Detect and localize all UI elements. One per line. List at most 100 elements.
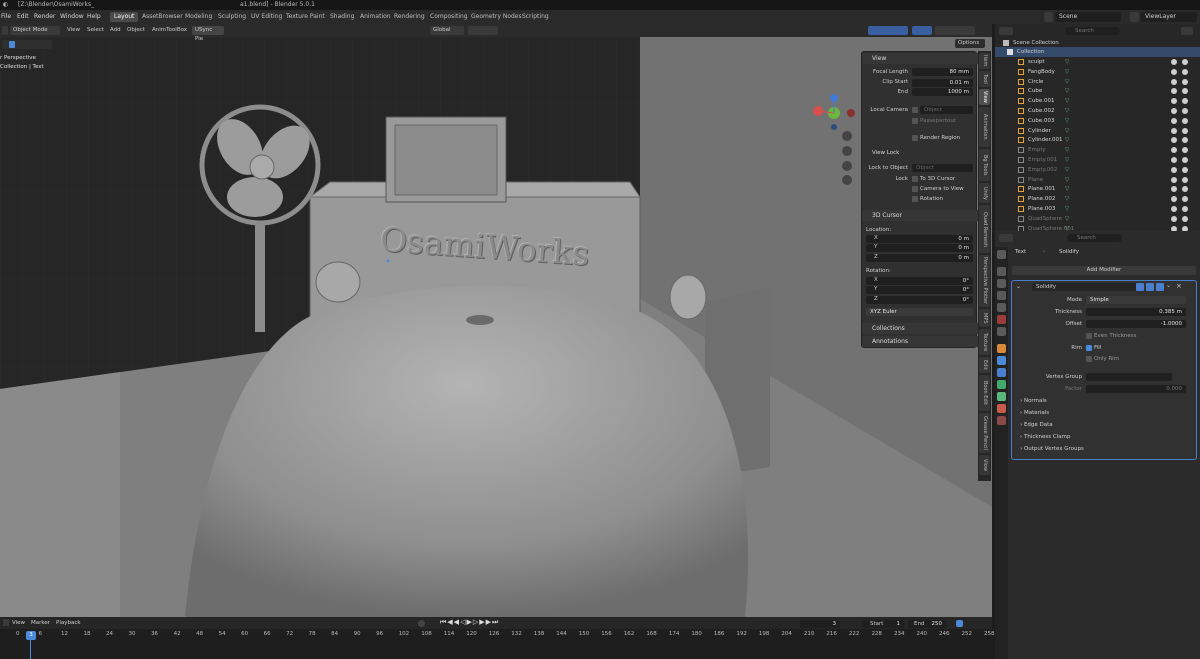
view-layer-icon[interactable] [1130,12,1139,22]
render-camera-icon[interactable] [1182,88,1188,95]
outliner-object-row[interactable]: Circle ▽ [995,77,1200,87]
cursor-rx-field[interactable]: 0° [866,277,973,285]
outliner-object-row[interactable]: Cube.003 ▽ [995,116,1200,126]
tab-view[interactable]: View [979,89,990,105]
render-camera-icon[interactable] [1182,147,1188,154]
vertex-group-field[interactable] [1086,373,1172,381]
outliner-object-row[interactable]: Plane.001 ▽ [995,184,1200,194]
tab-boon-edit[interactable]: Boon Edit [979,375,990,411]
outliner-object-row[interactable]: FangBody ▽ [995,67,1200,77]
render-camera-icon[interactable] [1182,98,1188,105]
factor-field[interactable]: 0.000 [1086,385,1186,393]
visibility-eye-icon[interactable] [1171,108,1177,114]
visibility-eye-icon[interactable] [1171,59,1177,65]
modifier-expand-chevron-icon[interactable]: ⌄ [1016,283,1021,290]
outliner-object-row[interactable]: Plane.003 ▽ [995,204,1200,214]
view-layer-selector[interactable]: ViewLayer [1141,12,1197,22]
render-camera-icon[interactable] [1182,157,1188,163]
object-tab-icon[interactable] [997,344,1006,353]
visibility-eye-icon[interactable] [1171,127,1177,134]
render-camera-icon[interactable] [1182,117,1188,124]
subpanel-normals[interactable]: › Normals [1020,398,1047,404]
menu-view[interactable]: View [67,26,80,35]
transform-orientation[interactable]: Global [430,26,464,35]
visibility-eye-icon[interactable] [1171,137,1177,144]
view-layer-tab-icon[interactable] [997,291,1006,300]
panel-view-header[interactable]: View [862,53,978,64]
outliner-object-row[interactable]: Plane ▽ [995,175,1200,185]
scene-selector[interactable]: Scene [1055,12,1121,22]
tab-modeling[interactable]: Modeling [181,12,216,22]
outliner-object-row[interactable]: Cube.001 ▽ [995,96,1200,106]
tab-texture[interactable]: Texture [979,329,990,355]
visibility-eye-icon[interactable] [1171,186,1177,193]
tab-geometry-nodes[interactable]: Geometry Nodes [467,12,526,22]
cursor-x-field[interactable]: 0 m [866,235,973,243]
cursor-rz-field[interactable]: 0° [866,296,973,304]
render-camera-icon[interactable] [1182,196,1188,203]
render-region-checkbox[interactable] [912,135,918,141]
render-toggle-icon[interactable] [1156,283,1164,291]
tab-edit[interactable]: Edit [979,357,990,373]
viewport-toggle-icon[interactable] [1146,283,1154,291]
render-camera-icon[interactable] [1182,215,1188,222]
tool-tab-icon[interactable] [997,250,1006,259]
tab-perspective-plotter[interactable]: Perspective Plotter [979,255,990,307]
render-camera-icon[interactable] [1182,68,1188,75]
render-camera-icon[interactable] [1182,166,1188,173]
camera-to-view-checkbox[interactable] [912,186,918,192]
subpanel-edge-data[interactable]: › Edge Data [1020,422,1053,428]
modifier-tab-icon[interactable] [997,356,1006,365]
editor-type-icon[interactable] [2,26,8,35]
shading-mode-icon[interactable] [935,26,975,35]
render-camera-icon[interactable] [1182,176,1188,183]
menu-animtoolbox[interactable]: AnimToolBox [152,26,187,35]
tab-item[interactable]: Item [979,53,990,69]
scene-tab-icon[interactable] [997,303,1006,312]
modifier-name-field[interactable]: Solidify [1032,283,1137,291]
outliner-display-mode-icon[interactable] [999,27,1013,35]
tab-unify[interactable]: Unify [979,183,990,203]
tab-compositing[interactable]: Compositing [426,12,472,22]
modifier-close-icon[interactable]: × [1176,282,1182,290]
texture-tab-icon[interactable] [997,416,1006,425]
outliner-object-row[interactable]: Empty ▽ [995,145,1200,155]
menu-object[interactable]: Object [127,26,145,35]
menu-window[interactable]: Window [60,10,84,24]
tab-assetbrowser[interactable]: AssetBrowser [138,12,187,22]
render-camera-icon[interactable] [1182,127,1188,134]
menu-add[interactable]: Add [110,26,121,35]
options-button[interactable]: Options [955,39,985,48]
subpanel-output-vertex-groups[interactable]: › Output Vertex Groups [1020,446,1084,452]
modifier-menu-icon[interactable]: ⌄ [1166,282,1171,289]
tab-scripting[interactable]: Scripting [518,12,553,22]
even-thickness-checkbox[interactable] [1086,333,1092,339]
panel-3d-cursor-header[interactable]: 3D Cursor [862,210,978,221]
material-tab-icon[interactable] [997,404,1006,413]
subpanel-thickness-clamp[interactable]: › Thickness Clamp [1020,434,1070,440]
visibility-eye-icon[interactable] [1171,78,1177,85]
render-camera-icon[interactable] [1182,137,1188,144]
mode-dropdown[interactable]: Simple [1086,296,1186,304]
outliner-object-row[interactable]: QuadSphere.001 ▽ [995,224,1200,231]
thickness-field[interactable]: 0.385 m [1086,308,1186,316]
tab-mps[interactable]: MPS [979,309,990,327]
outliner-object-row[interactable]: Empty.002 ▽ [995,165,1200,175]
visibility-eye-icon[interactable] [1171,117,1177,124]
particles-tab-icon[interactable] [997,368,1006,377]
menu-edit[interactable]: Edit [17,10,29,24]
tab-bg-tools[interactable]: Bg Tools [979,149,990,181]
cursor-ry-field[interactable]: 0° [866,286,973,294]
tab-sculpting[interactable]: Sculpting [214,12,250,22]
outliner-object-row[interactable]: Cube ▽ [995,86,1200,96]
visibility-eye-icon[interactable] [1171,166,1177,173]
collection-tab-icon[interactable] [997,327,1006,336]
tab-layout[interactable]: Layout [110,12,139,22]
panel-annotations-header[interactable]: Annotations [862,336,978,347]
tab-grease-pencil[interactable]: Grease Pencil [979,413,990,453]
outliner-collection[interactable]: Collection [995,47,1200,57]
outliner-search-input[interactable]: Search [1065,27,1120,35]
clip-start-field[interactable]: 0.01 m [912,79,973,87]
outliner-object-row[interactable]: Cylinder.001 ▽ [995,135,1200,145]
visibility-eye-icon[interactable] [1171,176,1177,183]
